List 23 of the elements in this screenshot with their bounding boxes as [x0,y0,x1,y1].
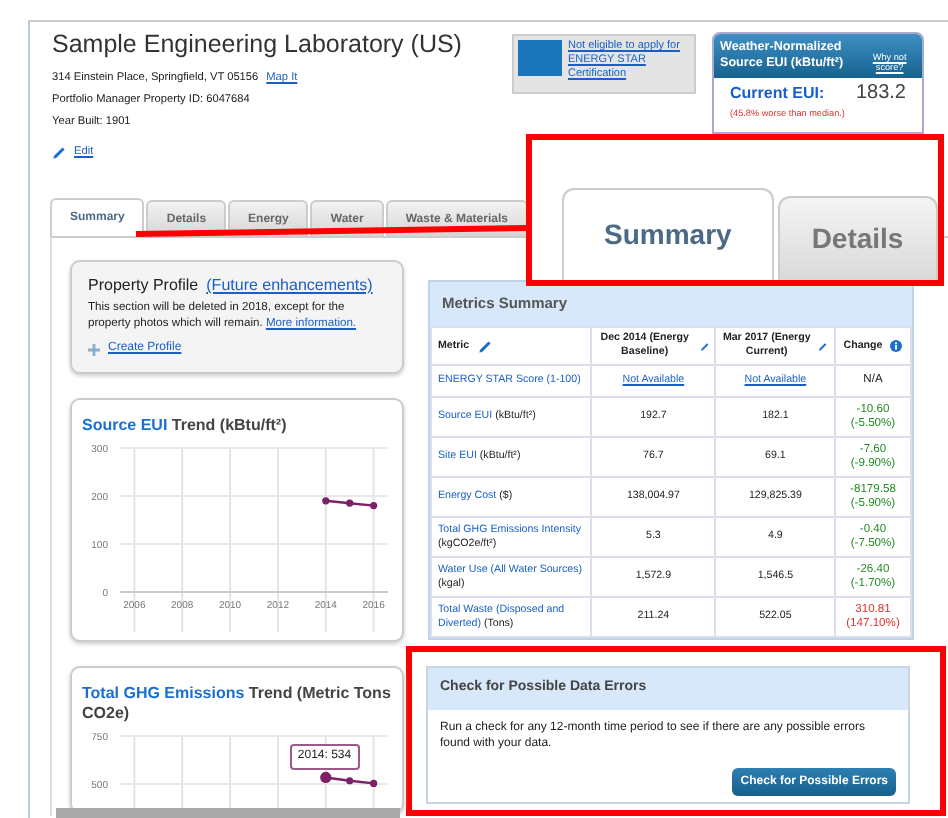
chart-title: Source EUI Trend (kBtu/ft²) [80,414,289,436]
trend-line [325,776,374,785]
tab[interactable]: Details [777,196,938,280]
data-point[interactable] [320,771,332,784]
info-icon[interactable] [890,340,903,352]
pencil-icon[interactable] [477,339,492,353]
current-eui-value: 183.2 [855,80,906,108]
card-title: Property Profile [88,274,199,296]
trend-line [325,499,374,507]
property-name: Sample Engineering Laboratory (US) [52,28,464,62]
chart-title: Total GHG Emissions Trend (Metric Tons CO2e) [80,682,393,724]
data-point[interactable] [322,497,330,505]
data-point[interactable] [346,499,354,507]
data-point[interactable] [370,779,378,787]
scrollbar[interactable] [56,808,400,818]
data-point[interactable] [346,777,354,785]
enhancements-link[interactable]: (Future enhancements) [206,274,373,296]
pencil-icon[interactable] [699,339,709,353]
current-eui-label: Current EUI: [730,81,825,105]
pencil-icon[interactable] [52,146,66,160]
pencil-icon[interactable] [818,339,828,353]
tab[interactable]: Summary [562,188,774,280]
data-point[interactable] [370,502,378,510]
